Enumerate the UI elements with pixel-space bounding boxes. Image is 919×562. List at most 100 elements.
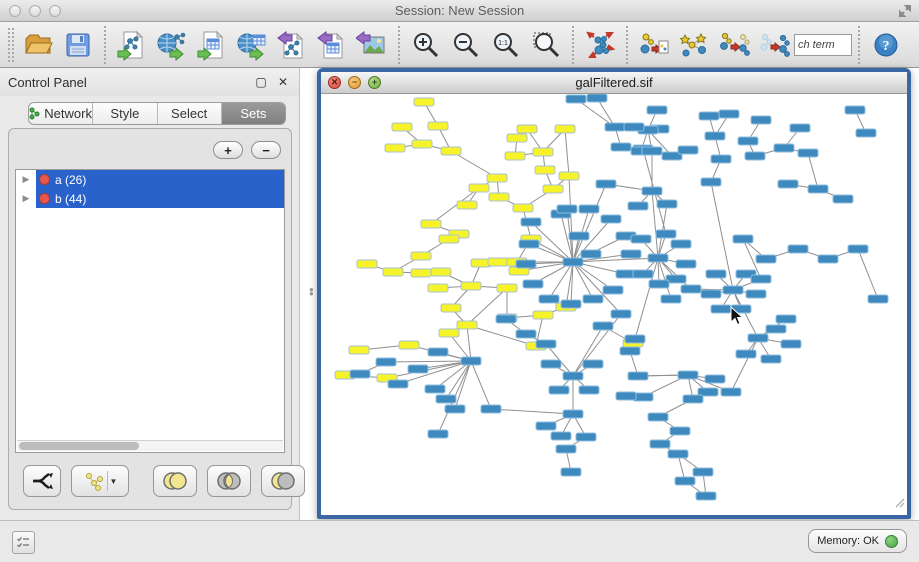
- graph-node-yellow[interactable]: [505, 152, 525, 160]
- graph-node-blue[interactable]: [683, 395, 703, 403]
- graph-node-blue[interactable]: [611, 143, 631, 151]
- graph-node-blue[interactable]: [808, 185, 828, 193]
- graph-node-blue[interactable]: [781, 340, 801, 348]
- graph-node-blue[interactable]: [631, 235, 651, 243]
- graph-node-blue[interactable]: [579, 205, 599, 213]
- graph-node-blue[interactable]: [603, 286, 623, 294]
- graph-node-blue[interactable]: [848, 245, 868, 253]
- graph-node-blue[interactable]: [751, 275, 771, 283]
- graph-node-yellow[interactable]: [543, 185, 563, 193]
- expander-triangle-icon[interactable]: ▶: [16, 193, 36, 204]
- graph-node-blue[interactable]: [596, 180, 616, 188]
- graph-node-blue[interactable]: [756, 255, 776, 263]
- save-session-button[interactable]: [58, 25, 98, 65]
- graph-node-blue[interactable]: [605, 123, 625, 131]
- graph-node-blue[interactable]: [428, 348, 448, 356]
- graph-node-blue[interactable]: [678, 146, 698, 154]
- graph-node-yellow[interactable]: [507, 134, 527, 142]
- graph-node-blue[interactable]: [556, 445, 576, 453]
- graph-node-blue[interactable]: [561, 468, 581, 476]
- graph-node-blue[interactable]: [620, 347, 640, 355]
- close-panel-icon[interactable]: ✕: [275, 74, 291, 90]
- graph-node-blue[interactable]: [798, 149, 818, 157]
- new-network-from-selection-button[interactable]: [634, 25, 674, 65]
- graph-node-blue[interactable]: [621, 250, 641, 258]
- graph-node-blue[interactable]: [670, 427, 690, 435]
- apply-layout-button[interactable]: [580, 25, 620, 65]
- graph-node-yellow[interactable]: [457, 201, 477, 209]
- add-set-button[interactable]: +: [213, 141, 243, 159]
- graph-node-blue[interactable]: [428, 430, 448, 438]
- graph-node-blue[interactable]: [751, 116, 771, 124]
- graph-node-yellow[interactable]: [488, 258, 508, 266]
- graph-node-blue[interactable]: [587, 94, 607, 102]
- graph-node-blue[interactable]: [551, 432, 571, 440]
- graph-node-blue[interactable]: [790, 124, 810, 132]
- graph-node-blue[interactable]: [678, 371, 698, 379]
- graph-node-blue[interactable]: [656, 230, 676, 238]
- expander-triangle-icon[interactable]: ▶: [16, 174, 36, 185]
- graph-node-blue[interactable]: [408, 365, 428, 373]
- graph-node-blue[interactable]: [628, 202, 648, 210]
- graph-node-blue[interactable]: [675, 477, 695, 485]
- graph-node-yellow[interactable]: [439, 329, 459, 337]
- tab-style[interactable]: Style: [93, 103, 157, 124]
- graph-node-blue[interactable]: [733, 235, 753, 243]
- frame-minimize-icon[interactable]: −: [348, 76, 361, 89]
- task-history-button[interactable]: [12, 531, 35, 554]
- graph-node-yellow[interactable]: [349, 346, 369, 354]
- scrollbar-thumb[interactable]: [19, 442, 139, 450]
- split-set-button[interactable]: [23, 465, 61, 497]
- union-button[interactable]: [153, 465, 197, 497]
- graph-node-blue[interactable]: [648, 413, 668, 421]
- graph-node-blue[interactable]: [549, 386, 569, 394]
- graph-node-yellow[interactable]: [533, 311, 553, 319]
- graph-node-blue[interactable]: [461, 357, 481, 365]
- graph-node-yellow[interactable]: [497, 284, 517, 292]
- graph-node-blue[interactable]: [699, 112, 719, 120]
- graph-node-blue[interactable]: [668, 450, 688, 458]
- graph-node-blue[interactable]: [576, 433, 596, 441]
- first-neighbors-button[interactable]: [674, 25, 714, 65]
- graph-node-yellow[interactable]: [461, 282, 481, 290]
- graph-node-yellow[interactable]: [385, 144, 405, 152]
- graph-node-blue[interactable]: [719, 110, 739, 118]
- create-set-menu-button[interactable]: ▼: [71, 465, 129, 497]
- zoom-in-button[interactable]: [406, 25, 446, 65]
- graph-node-yellow[interactable]: [513, 204, 533, 212]
- graph-node-blue[interactable]: [738, 137, 758, 145]
- graph-node-blue[interactable]: [388, 380, 408, 388]
- graph-node-blue[interactable]: [696, 492, 716, 500]
- graph-node-blue[interactable]: [721, 388, 741, 396]
- graph-node-blue[interactable]: [705, 132, 725, 140]
- graph-node-yellow[interactable]: [383, 268, 403, 276]
- graph-node-yellow[interactable]: [414, 98, 434, 106]
- graph-node-blue[interactable]: [711, 305, 731, 313]
- graph-node-blue[interactable]: [557, 205, 577, 213]
- graph-node-blue[interactable]: [766, 325, 786, 333]
- graph-node-blue[interactable]: [748, 334, 768, 342]
- graph-node-blue[interactable]: [611, 310, 631, 318]
- graph-node-yellow[interactable]: [535, 166, 555, 174]
- zoom-selected-button[interactable]: [526, 25, 566, 65]
- import-network-file-button[interactable]: [112, 25, 152, 65]
- tab-select[interactable]: Select: [158, 103, 222, 124]
- zoom-out-button[interactable]: [446, 25, 486, 65]
- export-table-button[interactable]: [312, 25, 352, 65]
- graph-node-blue[interactable]: [625, 335, 645, 343]
- graph-node-blue[interactable]: [601, 215, 621, 223]
- tab-sets[interactable]: Sets: [222, 103, 285, 124]
- graph-node-blue[interactable]: [818, 255, 838, 263]
- graph-node-yellow[interactable]: [457, 321, 477, 329]
- graph-node-yellow[interactable]: [428, 284, 448, 292]
- memory-status-button[interactable]: Memory: OK: [808, 529, 907, 553]
- graph-node-blue[interactable]: [711, 155, 731, 163]
- graph-node-blue[interactable]: [536, 422, 556, 430]
- graph-node-blue[interactable]: [745, 152, 765, 160]
- fullscreen-icon[interactable]: [897, 3, 913, 24]
- graph-node-blue[interactable]: [661, 295, 681, 303]
- export-network-button[interactable]: [272, 25, 312, 65]
- graph-node-yellow[interactable]: [533, 148, 553, 156]
- import-table-web-button[interactable]: [232, 25, 272, 65]
- export-image-button[interactable]: [352, 25, 392, 65]
